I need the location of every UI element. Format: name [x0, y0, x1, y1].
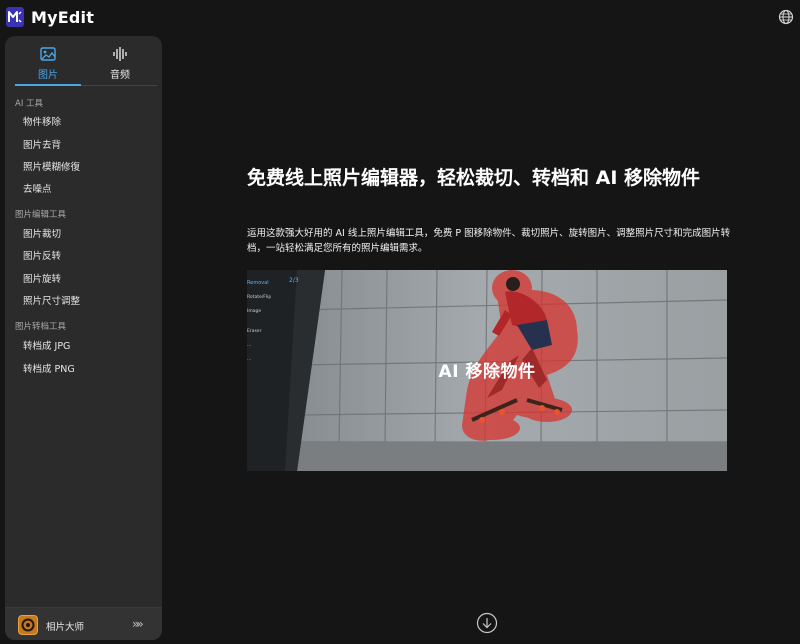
arrow-down-circle-icon [476, 612, 498, 634]
panel-item-3: Image [247, 308, 261, 314]
menu-item-object-removal[interactable]: 物件移除 [23, 114, 61, 128]
page-title: 免费线上照片编辑器，轻松裁切、转档和 AI 移除物件 [247, 167, 701, 189]
section-title-ai-tools: AI 工具 [15, 99, 44, 109]
audio-wave-icon [112, 46, 128, 62]
panel-item-5: ... [247, 343, 251, 348]
menu-item-convert-jpg[interactable]: 转档成 JPG [23, 338, 70, 352]
double-chevron-right-icon: »» [132, 617, 144, 631]
menu-item-rotate[interactable]: 图片旋转 [23, 271, 61, 285]
scroll-down-button[interactable] [476, 612, 498, 634]
menu-item-background-removal[interactable]: 图片去背 [23, 137, 61, 151]
panel-item-1: Removal [247, 280, 269, 286]
menu-item-crop[interactable]: 图片裁切 [23, 226, 61, 240]
menu-item-convert-png[interactable]: 转档成 PNG [23, 361, 75, 375]
tab-image[interactable]: 图片 [13, 44, 83, 84]
panel-badge: 2/3 [289, 277, 299, 284]
menu-item-unblur[interactable]: 照片模糊修復 [23, 159, 80, 173]
hero-image: Removal 2/3 Rotate/Flip Image Eraser ...… [247, 270, 727, 471]
panel-item-2: Rotate/Flip [247, 294, 271, 300]
language-globe-icon[interactable] [778, 9, 794, 25]
app-name: MyEdit [31, 8, 95, 27]
active-tab-indicator [15, 84, 81, 86]
tab-audio[interactable]: 音频 [85, 44, 155, 84]
myedit-logo-icon[interactable] [6, 7, 24, 27]
promo-label: 相片大师 [46, 622, 85, 633]
sidebar: 图片 音频 AI 工具 物件移除 图片去背 照片模糊修復 去噪点 图片编辑工具 … [5, 36, 162, 640]
page-description: 运用这款强大好用的 AI 线上照片编辑工具，免费 P 图移除物件、裁切照片、旋转… [247, 228, 731, 254]
tab-audio-label: 音频 [110, 70, 130, 81]
media-tabs: 图片 音频 [5, 36, 162, 86]
menu-item-resize[interactable]: 照片尺寸调整 [23, 293, 80, 307]
photodirector-promo[interactable]: 相片大师 »» [5, 607, 162, 640]
menu-item-denoise[interactable]: 去噪点 [23, 181, 52, 195]
image-icon [40, 46, 56, 62]
section-title-convert-tools: 图片转档工具 [15, 322, 67, 332]
menu-item-flip[interactable]: 图片反转 [23, 248, 61, 262]
hero-caption: AI 移除物件 [438, 362, 536, 382]
tab-image-label: 图片 [38, 70, 58, 81]
photodirector-icon [18, 615, 38, 635]
panel-item-4: Eraser [247, 328, 262, 334]
top-bar: MyEdit [0, 0, 800, 36]
section-title-edit-tools: 图片编辑工具 [15, 210, 67, 220]
